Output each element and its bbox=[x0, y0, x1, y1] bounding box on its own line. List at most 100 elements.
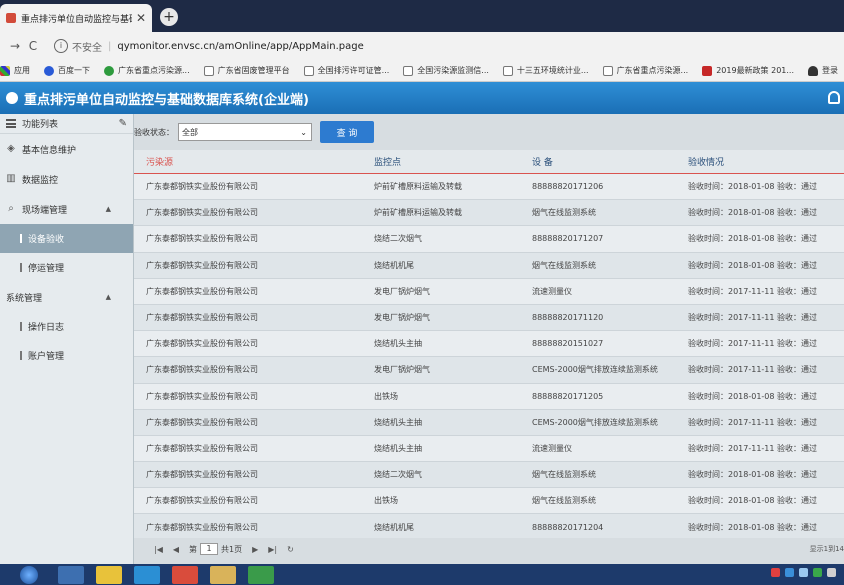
table-row[interactable]: 广东泰都钢铁实业股份有限公司 发电厂锅炉烟气 88888820171120 验收时间：… bbox=[134, 304, 844, 332]
sidebar-item-sys-mgmt[interactable]: 系统管理 ▲ bbox=[0, 282, 133, 312]
sidebar-item-basic-info[interactable]: ◈ 基本信息维护 bbox=[0, 134, 133, 164]
info-icon[interactable]: i bbox=[54, 39, 68, 53]
sidebar-item-label: 现场端管理 bbox=[22, 205, 68, 216]
taskbar-s-icon[interactable] bbox=[96, 565, 122, 584]
header-monitor-point[interactable]: 监控点 bbox=[374, 155, 532, 168]
sidebar-item-data-monitor[interactable]: ▥ 数据监控 bbox=[0, 164, 133, 194]
table-row[interactable]: 广东泰都钢铁实业股份有限公司 出铁场 88888820171205 验收时间：2018… bbox=[134, 383, 844, 410]
bookmark-gd-solid-waste[interactable]: 广东省固废管理平台 bbox=[203, 65, 290, 76]
bookmark-2019-policy[interactable]: 2019最新政策 201... bbox=[702, 65, 794, 76]
security-label: 不安全 bbox=[72, 42, 102, 54]
header-pollution-source[interactable]: 污染源 bbox=[134, 155, 374, 168]
tray-sound-icon[interactable] bbox=[799, 568, 808, 577]
bookmark-apps[interactable]: 应用 bbox=[0, 65, 30, 76]
bookmark-13th-five-year[interactable]: 十三五环境统计业... bbox=[502, 65, 589, 76]
bookmark-login[interactable]: 登录 bbox=[808, 65, 838, 76]
menu-bar-icon bbox=[20, 322, 22, 331]
bookmarks-bar: 应用 百度一下 广东省重点污染源... 广东省固废管理平台 全国排污许可证管..… bbox=[0, 60, 844, 82]
layers-icon: ◈ bbox=[7, 143, 15, 154]
table-row[interactable]: 广东泰都钢铁实业股份有限公司 烧结机头主抽 CEMS-2000烟气排放连续监测系统 验… bbox=[134, 409, 844, 436]
table-row[interactable]: 广东泰都钢铁实业股份有限公司 炉前矿槽原料运输及转载 烟气在线监测系统 验收时间：20… bbox=[134, 200, 844, 227]
edit-icon[interactable]: ✎ bbox=[119, 118, 127, 129]
bookmark-national-permit[interactable]: 全国排污许可证管... bbox=[303, 65, 389, 76]
prev-page-icon[interactable]: ◀ bbox=[173, 545, 179, 554]
table-row[interactable]: 广东泰都钢铁实业股份有限公司 烧结二次烟气 88888820171207 验收时间：2… bbox=[134, 226, 844, 253]
system-tray bbox=[766, 568, 836, 577]
cell-pollution-source: 广东泰都钢铁实业股份有限公司 bbox=[146, 417, 258, 427]
table-row[interactable]: 广东泰都钢铁实业股份有限公司 烧结机头主抽 88888820151027 验收时间：2… bbox=[134, 331, 844, 358]
reload-icon[interactable]: C bbox=[24, 39, 42, 53]
table-row[interactable]: 广东泰都钢铁实业股份有限公司 烧结机机尾 烟气在线监测系统 验收时间：2018-01-… bbox=[134, 252, 844, 279]
table-row[interactable]: 广东泰都钢铁实业股份有限公司 出铁场 烟气在线监测系统 验收时间：2018-01-08… bbox=[134, 488, 844, 515]
header-equipment[interactable]: 设 备 bbox=[532, 155, 688, 168]
page-input[interactable]: 1 bbox=[200, 543, 219, 555]
back-arrow-icon[interactable]: → bbox=[6, 39, 24, 53]
sidebar-item-account-mgmt[interactable]: 账户管理 bbox=[0, 341, 133, 370]
tray-flag-icon[interactable] bbox=[827, 568, 836, 577]
sidebar-item-equip-accept[interactable]: 设备验收 bbox=[0, 224, 133, 253]
sidebar-item-label: 停运管理 bbox=[28, 264, 65, 274]
cell-equipment: CEMS-2000烟气排放连续监测系统 bbox=[532, 365, 658, 375]
bookmark-baidu[interactable]: 百度一下 bbox=[44, 65, 90, 76]
sidebar-item-label: 账户管理 bbox=[28, 352, 65, 362]
taskbar-folder-icon[interactable] bbox=[210, 565, 236, 584]
browser-tab-active[interactable]: 重点排污单位自动监控与基础数 ✕ bbox=[0, 4, 152, 32]
sidebar-item-label: 操作日志 bbox=[28, 323, 65, 333]
sidebar-item-op-log[interactable]: 操作日志 bbox=[0, 312, 133, 341]
table-row[interactable]: 广东泰都钢铁实业股份有限公司 炉前矿槽原料运输及转载 88888820171206 验… bbox=[134, 174, 844, 201]
status-select[interactable]: 全部 ⌄ bbox=[178, 123, 312, 141]
cell-pollution-source: 广东泰都钢铁实业股份有限公司 bbox=[146, 365, 258, 375]
cell-monitor-point: 炉前矿槽原料运输及转载 bbox=[374, 208, 462, 218]
start-button[interactable] bbox=[20, 565, 38, 584]
taskbar-excel-icon[interactable] bbox=[248, 565, 274, 584]
table-row[interactable]: 广东泰都钢铁实业股份有限公司 发电厂锅炉烟气 流速测量仪 验收时间：2017-11-1… bbox=[134, 278, 844, 305]
taskbar-chrome-icon[interactable] bbox=[172, 565, 198, 584]
bookmark-gd-key-pollution[interactable]: 广东省重点污染源... bbox=[104, 65, 190, 76]
table-row[interactable]: 广东泰都钢铁实业股份有限公司 烧结机头主抽 流速测量仪 验收时间：2017-11-11… bbox=[134, 435, 844, 463]
tray-network-icon[interactable] bbox=[785, 568, 794, 577]
sidebar-item-stop-mgmt[interactable]: 停运管理 bbox=[0, 253, 133, 282]
bookmark-gd-key-pollution-2[interactable]: 广东省重点污染源... bbox=[602, 65, 688, 76]
table-header: 污染源 监控点 设 备 验收情况 bbox=[134, 150, 844, 174]
baidu-icon bbox=[44, 65, 54, 76]
site-favicon-icon bbox=[6, 13, 16, 23]
header-acceptance[interactable]: 验收情况 bbox=[688, 155, 844, 168]
first-page-icon[interactable]: |◀ bbox=[154, 545, 163, 554]
new-tab-button[interactable]: + bbox=[160, 8, 178, 26]
cell-acceptance: 验收时间：2018-01-08 验收：通过 bbox=[688, 522, 818, 532]
taskbar-browser-icon[interactable] bbox=[134, 565, 160, 584]
close-tab-icon[interactable]: ✕ bbox=[136, 11, 146, 25]
taskbar-ie-icon[interactable] bbox=[58, 565, 84, 584]
cell-pollution-source: 广东泰都钢铁实业股份有限公司 bbox=[146, 443, 258, 453]
cell-equipment: 88888820171204 bbox=[532, 522, 604, 532]
query-button[interactable]: 查 询 bbox=[320, 121, 374, 143]
bookmark-national-monitor[interactable]: 全国污染源监测信... bbox=[403, 65, 489, 76]
last-page-icon[interactable]: ▶| bbox=[268, 545, 277, 554]
tray-s-icon[interactable] bbox=[771, 568, 780, 577]
sidebar-item-field-mgmt[interactable]: ⌕ 现场端管理 ▲ bbox=[0, 194, 133, 224]
menu-bar-icon bbox=[20, 234, 22, 243]
doc-icon bbox=[502, 65, 513, 76]
cell-pollution-source: 广东泰都钢铁实业股份有限公司 bbox=[146, 522, 258, 532]
cell-acceptance: 验收时间：2018-01-08 验收：通过 bbox=[688, 234, 818, 244]
table-row[interactable]: 广东泰都钢铁实业股份有限公司 烧结二次烟气 烟气在线监测系统 验收时间：2018-01… bbox=[134, 462, 844, 489]
menu-bar-icon bbox=[20, 351, 22, 360]
cell-equipment: 烟气在线监测系统 bbox=[532, 496, 596, 506]
doc-icon bbox=[203, 65, 214, 76]
table-row[interactable]: 广东泰都钢铁实业股份有限公司 烧结机机尾 88888820171204 验收时间：20… bbox=[134, 514, 844, 541]
tray-security-icon[interactable] bbox=[813, 568, 822, 577]
url-input[interactable]: qymonitor.envsc.cn/amOnline/app/AppMain.… bbox=[117, 41, 363, 52]
divider: | bbox=[108, 40, 112, 52]
cell-monitor-point: 烧结二次烟气 bbox=[374, 470, 422, 480]
cell-pollution-source: 广东泰都钢铁实业股份有限公司 bbox=[146, 496, 258, 506]
next-page-icon[interactable]: ▶ bbox=[252, 545, 258, 554]
refresh-icon[interactable]: ↻ bbox=[287, 545, 294, 554]
sidebar-item-label: 系统管理 bbox=[6, 293, 43, 304]
cell-acceptance: 验收时间：2017-11-11 验收：通过 bbox=[688, 286, 818, 296]
site-icon bbox=[104, 65, 114, 76]
notification-bell-icon[interactable] bbox=[828, 91, 840, 104]
cell-pollution-source: 广东泰都钢铁实业股份有限公司 bbox=[146, 286, 258, 296]
cell-pollution-source: 广东泰都钢铁实业股份有限公司 bbox=[146, 339, 258, 349]
bookmark-label: 十三五环境统计业... bbox=[516, 66, 589, 75]
table-row[interactable]: 广东泰都钢铁实业股份有限公司 发电厂锅炉烟气 CEMS-2000烟气排放连续监测系统… bbox=[134, 357, 844, 384]
